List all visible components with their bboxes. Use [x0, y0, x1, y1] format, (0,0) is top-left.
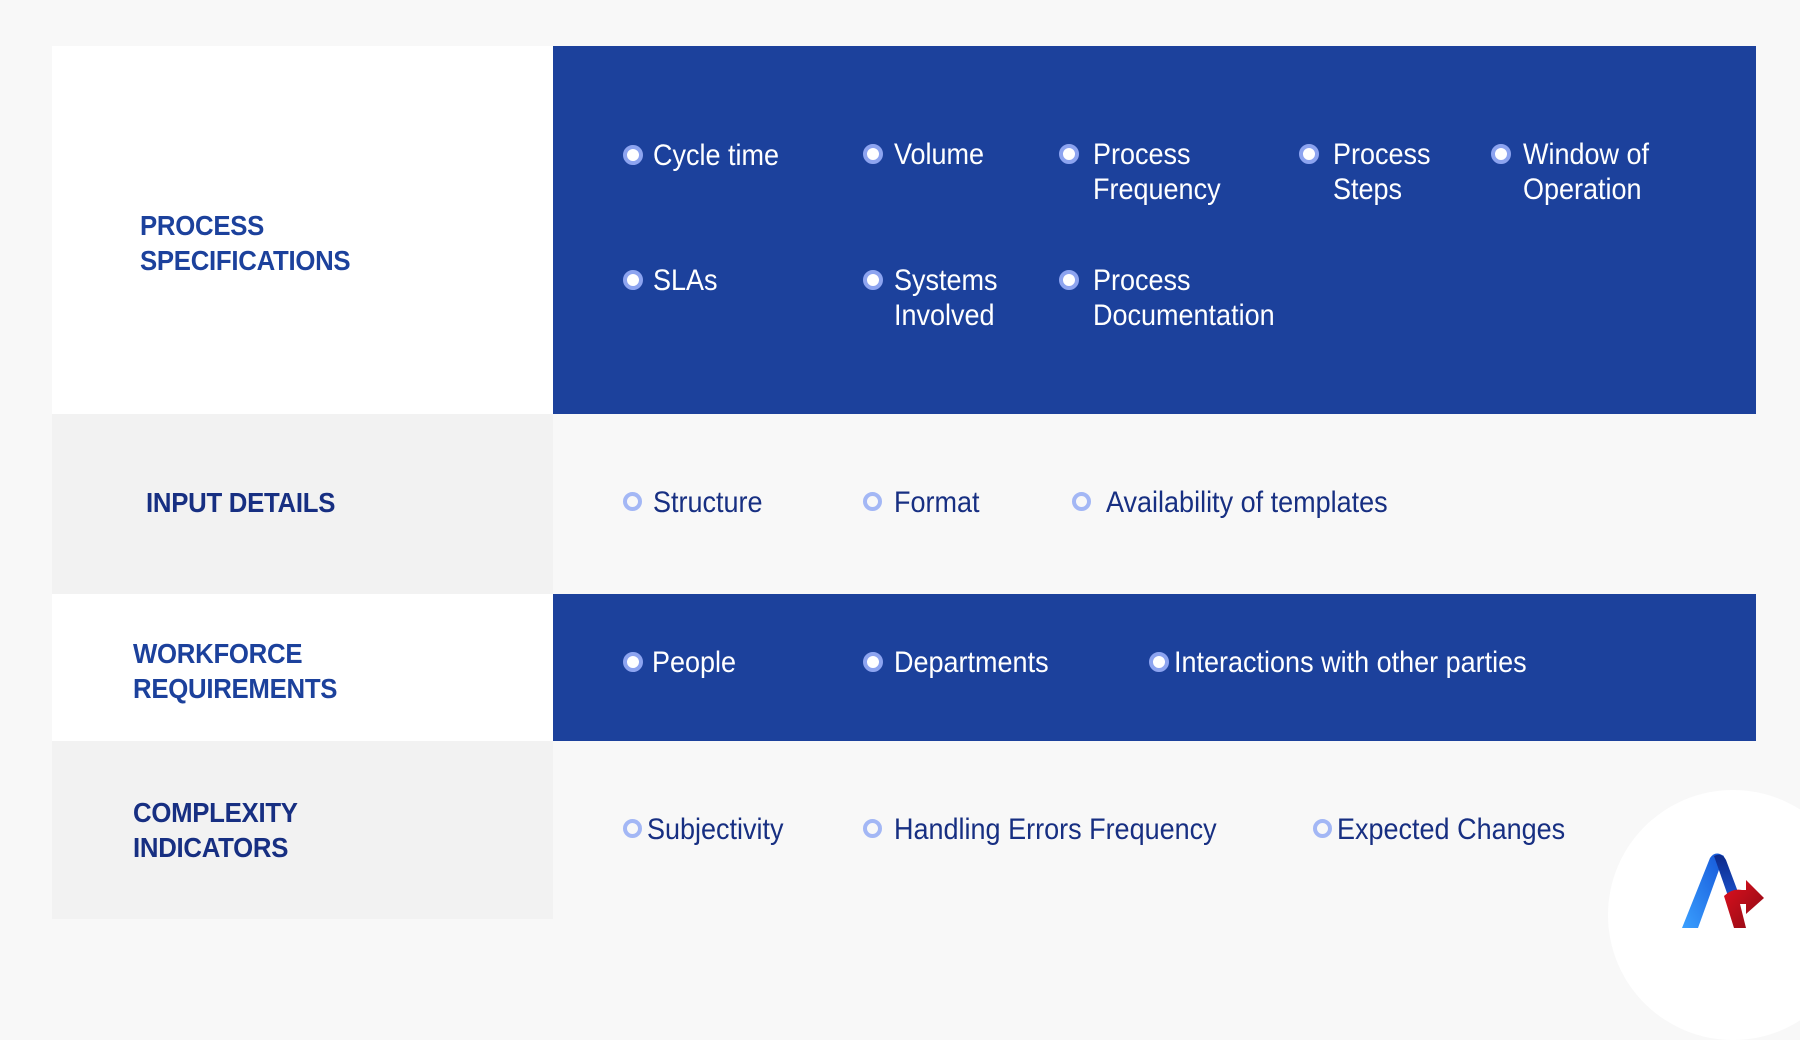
row-process-specifications: PROCESS SPECIFICATIONS Cycle time Volume… [52, 46, 1756, 414]
item-text: Volume [894, 138, 985, 171]
heading-line: INPUT DETAILS [146, 487, 336, 518]
label-cell: WORKFORCE REQUIREMENTS [52, 594, 553, 741]
heading-line: PROCESS [140, 210, 265, 241]
row-heading: INPUT DETAILS [146, 485, 335, 520]
label-cell: COMPLEXITY INDICATORS [52, 741, 553, 919]
heading-line: REQUIREMENTS [133, 673, 338, 704]
item-text: Structure [653, 486, 763, 519]
bullet-icon [863, 652, 883, 672]
row-heading: PROCESS SPECIFICATIONS [140, 208, 351, 278]
bullet-icon [863, 270, 883, 290]
item-text: Expected Changes [1337, 813, 1566, 846]
item-text: Process Steps [1333, 138, 1431, 206]
bullet-icon [1491, 144, 1511, 164]
bullet-icon [623, 270, 643, 290]
heading-line: WORKFORCE [133, 638, 303, 669]
heading-line: COMPLEXITY [133, 797, 298, 828]
heading-line: INDICATORS [133, 832, 289, 863]
item-text: Cycle time [653, 139, 780, 172]
row-heading: COMPLEXITY INDICATORS [133, 795, 298, 865]
bullet-icon [863, 819, 882, 838]
bullet-icon [863, 144, 883, 164]
heading-line: SPECIFICATIONS [140, 245, 351, 276]
bullet-icon [1313, 819, 1332, 838]
item-text: People [652, 646, 737, 679]
bullet-icon [1072, 492, 1091, 511]
brand-logo-icon [1682, 853, 1764, 928]
bullet-icon [623, 819, 642, 838]
content-panel: People Departments Interactions with oth… [553, 594, 1756, 741]
label-cell: INPUT DETAILS [52, 414, 553, 594]
bullet-icon [1059, 270, 1079, 290]
bullet-icon [623, 492, 642, 511]
label-cell: PROCESS SPECIFICATIONS [52, 46, 553, 414]
item-text: Subjectivity [647, 813, 784, 846]
item-text: Format [894, 486, 980, 519]
item-text: SLAs [653, 264, 718, 297]
item-text: Systems Involved [894, 264, 998, 332]
row-workforce-requirements: WORKFORCE REQUIREMENTS People Department… [52, 594, 1756, 741]
bullet-icon [863, 492, 882, 511]
row-complexity-indicators: COMPLEXITY INDICATORS Subjectivity Handl… [52, 741, 1756, 919]
item-text: Interactions with other parties [1174, 646, 1527, 679]
bullet-icon [1299, 144, 1319, 164]
item-text: Process Documentation [1093, 264, 1275, 332]
item-text: Availability of templates [1106, 486, 1388, 519]
content-panel: Cycle time Volume Process Frequency Proce… [553, 46, 1756, 414]
bullet-icon [1059, 144, 1079, 164]
content-panel: Subjectivity Handling Errors Frequency E… [553, 741, 1756, 919]
item-text: Handling Errors Frequency [894, 813, 1217, 846]
bullet-icon [1149, 652, 1169, 672]
item-text: Process Frequency [1093, 138, 1221, 206]
content-panel: Structure Format Availability of templat… [553, 414, 1756, 594]
bullet-icon [623, 652, 643, 672]
item-text: Departments [894, 646, 1049, 679]
item-text: Window of Operation [1523, 138, 1650, 206]
row-heading: WORKFORCE REQUIREMENTS [133, 636, 338, 706]
row-input-details: INPUT DETAILS Structure Format Availabil… [52, 414, 1756, 594]
bullet-icon [623, 145, 643, 165]
